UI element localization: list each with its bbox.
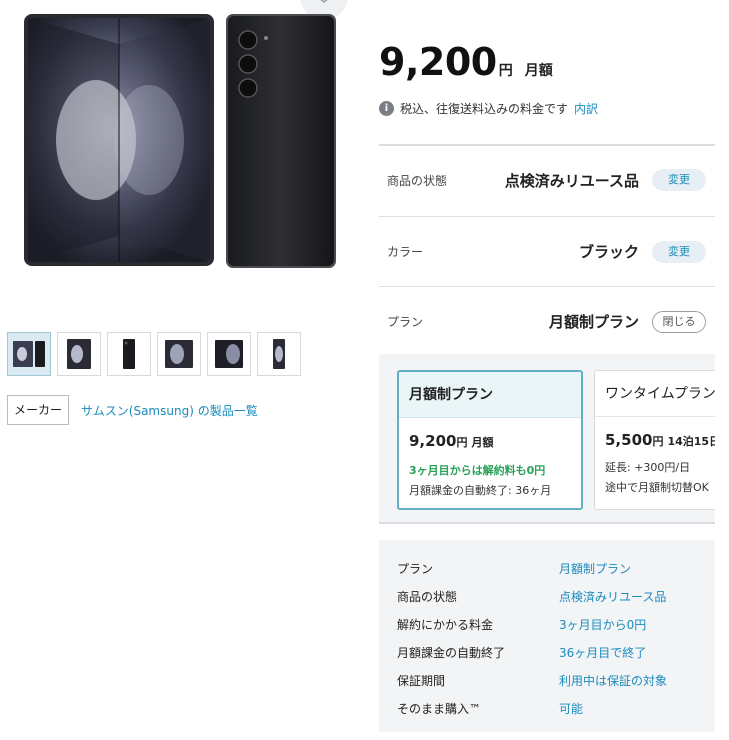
option-value: 月額制プラン: [548, 313, 639, 331]
option-label: プラン: [387, 315, 424, 329]
plan-price-period: 月額: [471, 436, 494, 449]
product-image-gallery: メーカー サムスン(Samsung) の製品一覧: [0, 0, 360, 425]
summary-label: プラン: [397, 562, 434, 576]
plan-price-currency: 円: [456, 436, 468, 449]
summary-label: 月額課金の自動終了: [397, 646, 506, 660]
plan-extension-note: 延長: +300円/日: [605, 461, 691, 474]
price-display: 9,200 円 月額: [379, 40, 553, 84]
plan-price-amount: 9,200: [409, 432, 457, 450]
summary-row: 保証期間 利用中は保証の対象: [379, 668, 715, 696]
summary-row: 解約にかかる料金 3ヶ月目から0円: [379, 612, 715, 640]
summary-label: そのまま購入™: [397, 702, 482, 716]
option-label: 商品の状態: [387, 173, 448, 188]
plan-summary: プラン 月額制プラン 商品の状態 点検済みリユース品 解約にかかる料金 3ヶ月目…: [379, 540, 715, 732]
option-row-condition: 商品の状態 点検済みリユース品 変更: [379, 144, 715, 214]
plan-price-amount: 5,500: [605, 431, 653, 449]
summary-value[interactable]: 月額制プラン: [559, 560, 631, 577]
maker-products-link[interactable]: サムスン(Samsung) の製品一覧: [81, 402, 258, 419]
summary-value[interactable]: 36ヶ月目で終了: [559, 644, 646, 661]
option-label: カラー: [387, 245, 424, 259]
tax-note-row: i 税込、往復送料込みの料金です 内訳: [379, 100, 598, 117]
summary-row: 商品の状態 点検済みリユース品: [379, 584, 715, 612]
maker-row: メーカー サムスン(Samsung) の製品一覧: [7, 395, 258, 425]
breakdown-link[interactable]: 内訳: [574, 100, 598, 117]
summary-value[interactable]: 可能: [559, 700, 583, 717]
phone-back-image: [226, 14, 336, 268]
plan-switch-note: 途中で月額制切替OK: [605, 481, 709, 494]
summary-row: 月額課金の自動終了 36ヶ月目で終了: [379, 640, 715, 668]
phone-thumbnail-image: [273, 339, 285, 369]
thumbnail-4[interactable]: [157, 332, 201, 376]
phone-thumbnail-image: [67, 339, 91, 369]
thumbnail-strip: [7, 332, 301, 376]
plan-cancel-fee-note: 3ヶ月目からは解約料も0円: [409, 464, 546, 477]
plan-title: ワンタイムプラン: [595, 371, 715, 417]
summary-label: 解約にかかる料金: [397, 618, 494, 632]
option-value: ブラック: [578, 243, 639, 261]
phone-open-image: [24, 14, 214, 266]
summary-label: 保証期間: [397, 674, 446, 688]
maker-tag: メーカー: [7, 395, 70, 425]
price-amount: 9,200: [379, 40, 497, 84]
change-color-button[interactable]: 変更: [652, 240, 706, 263]
thumbnail-2[interactable]: [57, 332, 101, 376]
plan-auto-end-note: 月額課金の自動終了: 36ヶ月: [409, 484, 552, 497]
tax-note: 税込、往復送料込みの料金です: [400, 102, 569, 116]
thumbnail-3[interactable]: [107, 332, 151, 376]
summary-row: そのまま購入™ 可能: [379, 696, 715, 724]
phone-thumbnail-image: [123, 339, 135, 369]
summary-value[interactable]: 利用中は保証の対象: [559, 672, 667, 689]
plan-price: 9,200円 月額: [409, 432, 571, 450]
close-plan-button[interactable]: 閉じる: [652, 310, 706, 333]
phone-thumbnail-image: [215, 340, 243, 368]
heart-icon: [316, 0, 332, 4]
thumbnail-6[interactable]: [257, 332, 301, 376]
plan-title: 月額制プラン: [399, 372, 581, 418]
plan-price: 5,500円 14泊15日: [605, 431, 715, 449]
option-row-color: カラー ブラック 変更: [379, 216, 715, 286]
change-condition-button[interactable]: 変更: [652, 169, 706, 191]
summary-value[interactable]: 点検済みリユース品: [559, 588, 666, 605]
plan-price-period: 14泊15日: [667, 435, 715, 448]
summary-label: 商品の状態: [397, 590, 458, 604]
option-row-plan: プラン 月額制プラン 閉じる: [379, 286, 715, 356]
option-value: 点検済みリユース品: [504, 171, 639, 190]
plan-card-onetime[interactable]: ワンタイムプラン 5,500円 14泊15日 延長: +300円/日 途中で月額制…: [594, 370, 715, 510]
thumbnail-1[interactable]: [7, 332, 51, 376]
info-icon: i: [379, 101, 394, 116]
phone-thumbnail-image: [165, 340, 193, 368]
plan-selector: 月額制プラン 9,200円 月額 3ヶ月目からは解約料も0円 月額課金の自動終了:…: [379, 354, 715, 524]
price-period: 月額: [524, 63, 553, 79]
phone-thumbnail-image: [13, 341, 45, 367]
summary-row: プラン 月額制プラン: [379, 556, 715, 584]
summary-value[interactable]: 3ヶ月目から0円: [559, 616, 646, 633]
plan-price-currency: 円: [652, 435, 664, 448]
price-currency: 円: [498, 63, 513, 79]
plan-card-monthly[interactable]: 月額制プラン 9,200円 月額 3ヶ月目からは解約料も0円 月額課金の自動終了:…: [397, 370, 583, 510]
thumbnail-5[interactable]: [207, 332, 251, 376]
